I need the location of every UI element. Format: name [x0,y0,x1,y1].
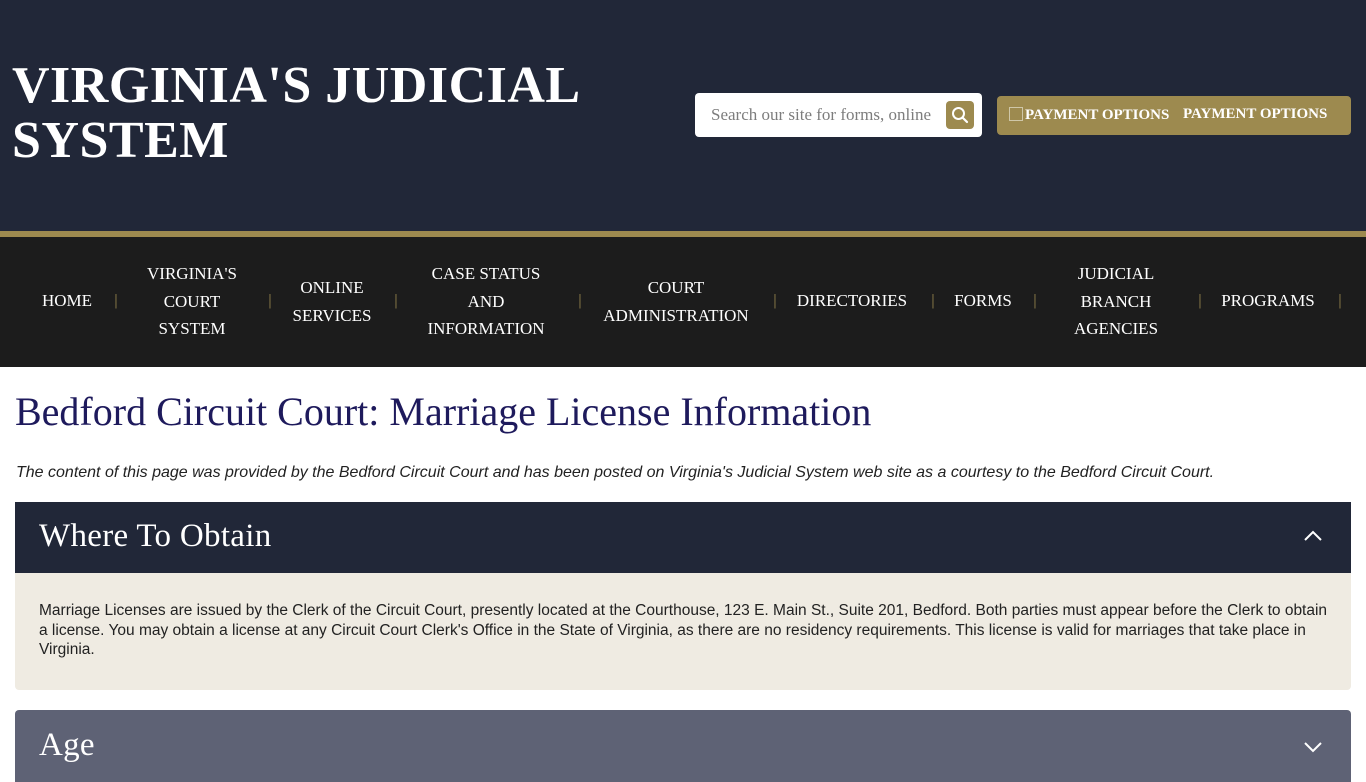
nav-item-label: JUDICIAL [1077,264,1155,283]
nav-item-label: AGENCIES [1073,319,1159,338]
nav-item-court-administration[interactable]: COURT ADMINISTRATION [603,274,748,329]
broken-image-icon [1009,107,1023,121]
search-button[interactable] [946,101,974,129]
nav-item-label: VIRGINIA'S [147,264,237,283]
site-title-line2: SYSTEM [12,112,229,169]
nav-item-online-services[interactable]: ONLINE SERVICES [293,274,372,329]
nav-separator: | [773,292,777,309]
nav-item-label: SERVICES [292,305,372,325]
nav-separator: | [114,292,118,309]
accordion-title: Where To Obtain [39,518,272,554]
nav-item-label: DIRECTORIES [796,291,908,310]
chevron-up-icon [1304,530,1322,541]
site-title-line1: VIRGINIA'S JUDICIAL [12,57,581,114]
nav-separator: | [578,292,582,309]
nav-item-label: HOME [41,291,93,310]
nav-item-label: COURT [647,278,705,297]
nav-item-label: CASE STATUS [431,264,541,283]
nav-separator: | [1198,292,1202,309]
nav-item-label: INFORMATION [427,319,545,338]
payment-options-label: PAYMENT OPTIONS [1183,106,1328,122]
nav-item-label: AND [467,291,505,311]
payment-options-button[interactable]: PAYMENT OPTIONS PAYMENT OPTIONS [997,96,1351,135]
accordion-body-text: Marriage Licenses are issued by the Cler… [39,602,1328,658]
payment-options-alt-text: PAYMENT OPTIONS [1025,107,1170,123]
nav-item-label: SYSTEM [158,319,226,338]
nav-item-forms[interactable]: FORMS [954,287,1012,315]
nav-item-judicial-branch-agencies[interactable]: JUDICIAL BRANCH AGENCIES [1074,260,1158,343]
nav-item-programs[interactable]: PROGRAMS [1221,287,1315,315]
accordion-header-age[interactable]: Age [15,710,1351,782]
accordion-title: Age [39,727,95,763]
nav-item-home[interactable]: HOME [42,287,92,315]
nav-item-virginias-court-system[interactable]: VIRGINIA'S COURT SYSTEM [147,260,237,343]
nav-item-label: BRANCH [1080,291,1152,311]
accordion-header-where-to-obtain[interactable]: Where To Obtain [15,502,1351,573]
site-header: VIRGINIA'S JUDICIAL SYSTEM PAYMENT OPTIO… [0,0,1366,231]
search-box [695,93,982,137]
nav-item-label: COURT [163,291,221,311]
nav-item-label: FORMS [954,291,1012,310]
nav-item-label: PROGRAMS [1221,291,1315,310]
nav-item-directories[interactable]: DIRECTORIES [797,287,907,315]
nav-separator: | [1033,292,1037,309]
nav-item-case-status[interactable]: CASE STATUS AND INFORMATION [427,260,544,343]
site-title[interactable]: VIRGINIA'S JUDICIAL SYSTEM [12,58,581,168]
nav-item-label: ADMINISTRATION [603,305,749,325]
courtesy-note: The content of this page was provided by… [16,464,1215,481]
accordion-panel-where-to-obtain: Marriage Licenses are issued by the Cler… [15,573,1351,690]
main-nav: HOME | VIRGINIA'S COURT SYSTEM | ONLINE … [0,237,1366,367]
nav-item-label: ONLINE [300,278,364,297]
nav-separator: | [931,292,935,309]
payment-options-image: PAYMENT OPTIONS [1009,96,1169,135]
chevron-down-icon [1304,742,1322,753]
nav-separator: | [1338,292,1342,309]
page-title: Bedford Circuit Court: Marriage License … [15,389,872,434]
search-input[interactable] [711,101,933,129]
nav-separator: | [268,292,272,309]
search-icon [952,107,969,124]
nav-separator: | [394,292,398,309]
